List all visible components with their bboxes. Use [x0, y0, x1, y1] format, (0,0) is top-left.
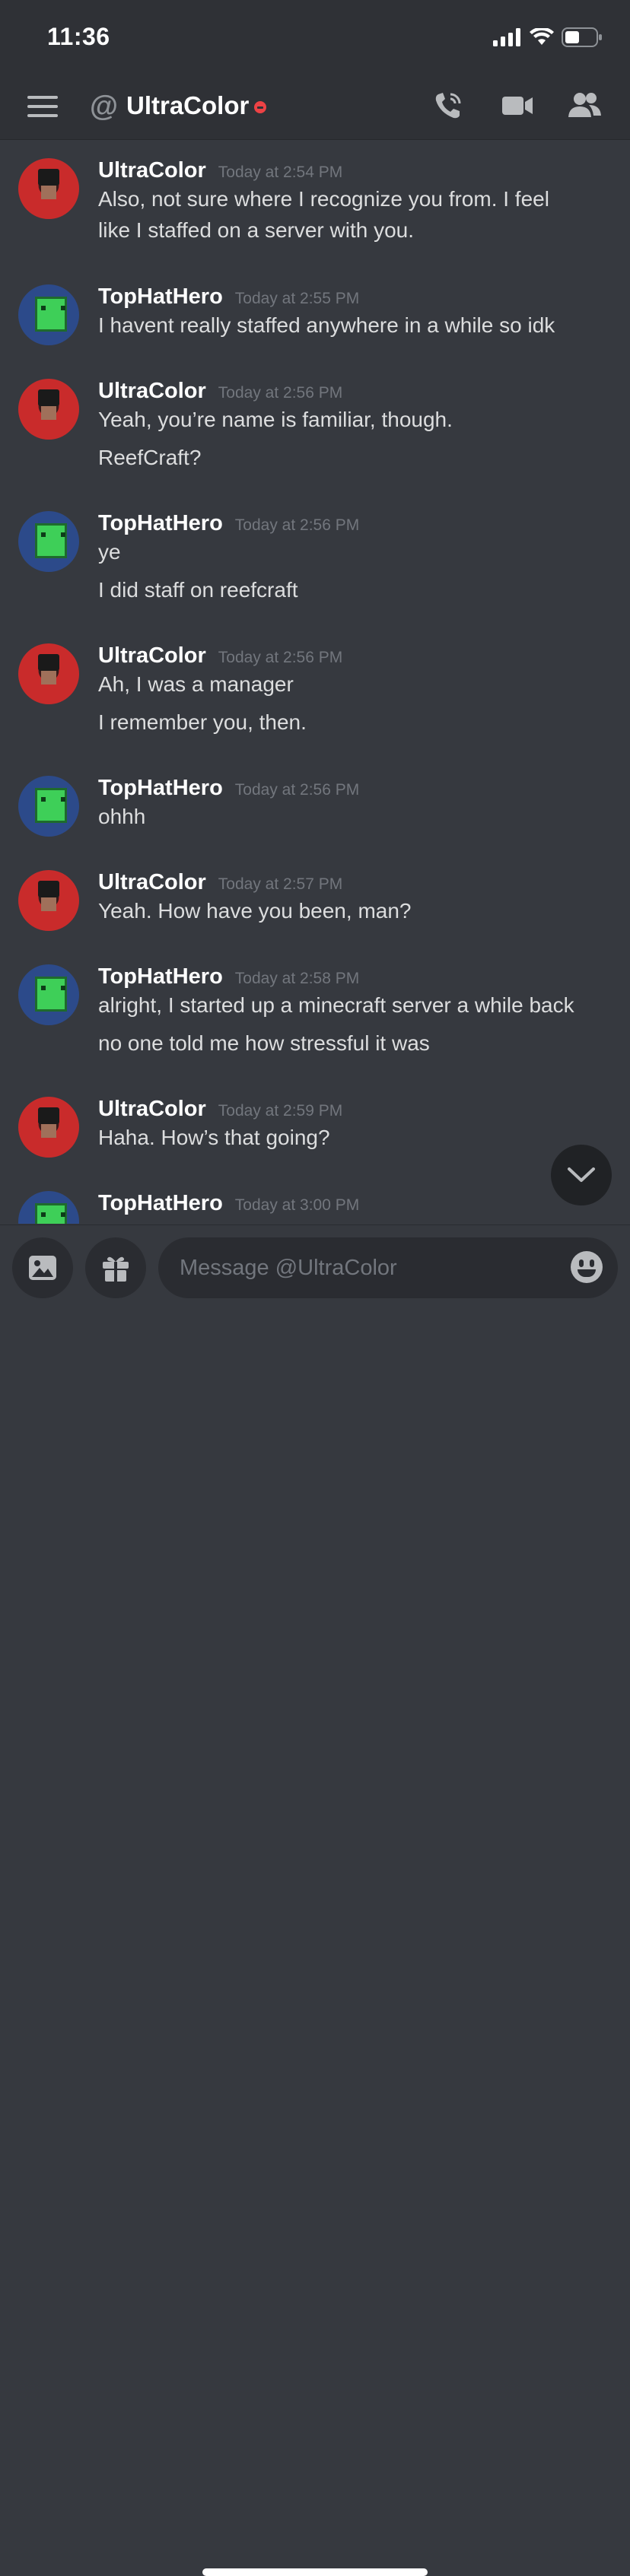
avatar[interactable]: [18, 964, 79, 1025]
timestamp: Today at 2:59 PM: [218, 1102, 343, 1120]
wifi-icon: [530, 28, 554, 45]
username[interactable]: UltraColor Today at 2:56 PM: [98, 643, 342, 669]
jump-to-bottom-button[interactable]: [551, 1145, 612, 1205]
avatar[interactable]: [18, 379, 79, 440]
timestamp: Today at 2:57 PM: [218, 875, 343, 893]
voice-call-icon[interactable]: [432, 90, 464, 122]
timestamp: Today at 2:54 PM: [218, 164, 343, 181]
chevron-down-icon: [568, 1167, 595, 1182]
timestamp: Today at 2:56 PM: [234, 781, 360, 799]
members-icon[interactable]: [566, 90, 603, 122]
message-text: Yeah. How have you been, man?: [98, 899, 412, 923]
avatar[interactable]: [18, 870, 79, 931]
timestamp: Today at 2:56 PM: [218, 649, 343, 666]
hamburger-menu-icon[interactable]: [27, 96, 58, 119]
timestamp: Today at 2:55 PM: [234, 290, 360, 307]
timestamp: Today at 2:56 PM: [234, 516, 360, 534]
composer-bar: Message @UltraColor: [0, 1224, 630, 2576]
gift-button[interactable]: [85, 1237, 146, 1298]
username[interactable]: TopHatHero Today at 2:56 PM: [98, 776, 359, 801]
status-time: 11:36: [47, 23, 110, 50]
username[interactable]: TopHatHero Today at 3:00 PM: [98, 1191, 359, 1216]
username[interactable]: TopHatHero Today at 2:56 PM: [98, 511, 359, 536]
message-input[interactable]: Message @UltraColor: [158, 1237, 618, 1298]
avatar[interactable]: [18, 158, 79, 219]
at-icon: @: [90, 91, 119, 122]
video-call-icon[interactable]: [501, 90, 534, 122]
avatar[interactable]: [18, 1191, 79, 1224]
message-text: I remember you, then.: [98, 710, 307, 734]
battery-icon: [562, 27, 602, 47]
message-text: ohhh: [98, 805, 146, 828]
signal-icon: [493, 28, 520, 46]
avatar[interactable]: [18, 284, 79, 345]
message-text: Ah, I was a manager: [98, 672, 294, 696]
message-text: no one told me how stressful it was: [98, 1031, 430, 1055]
message-text: Yeah, you’re name is familiar, though.: [98, 408, 453, 431]
username[interactable]: UltraColor Today at 2:54 PM: [98, 158, 342, 183]
avatar[interactable]: [18, 643, 79, 704]
message-text: I did staff on reefcraft: [98, 578, 298, 602]
home-indicator: [202, 2568, 428, 2576]
channel-header: @ UltraColor: [0, 73, 630, 140]
emoji-icon[interactable]: [571, 1251, 603, 1283]
message-text: like I staffed on a server with you.: [98, 218, 415, 242]
message-text: I havent really staffed anywhere in a wh…: [98, 313, 555, 337]
username[interactable]: UltraColor Today at 2:57 PM: [98, 870, 342, 895]
top-bar: 11:36 @ UltraColor: [0, 0, 630, 140]
timestamp: Today at 2:58 PM: [234, 970, 360, 987]
message-text: alright, I started up a minecraft server…: [98, 993, 574, 1017]
message-input-placeholder: Message @UltraColor: [180, 1256, 397, 1280]
username[interactable]: TopHatHero Today at 2:58 PM: [98, 964, 359, 989]
timestamp: Today at 2:56 PM: [218, 384, 343, 402]
attach-image-button[interactable]: [12, 1237, 73, 1298]
avatar[interactable]: [18, 1097, 79, 1158]
dnd-status-icon: [254, 101, 266, 113]
dm-title[interactable]: UltraColor: [126, 91, 249, 120]
message-text: Also, not sure where I recognize you fro…: [98, 187, 549, 211]
username[interactable]: UltraColor Today at 2:59 PM: [98, 1097, 342, 1122]
avatar[interactable]: [18, 511, 79, 572]
message-text: Haha. How’s that going?: [98, 1126, 330, 1149]
username[interactable]: TopHatHero Today at 2:55 PM: [98, 284, 359, 310]
timestamp: Today at 3:00 PM: [234, 1196, 360, 1214]
status-icons: [493, 27, 603, 47]
message-text: ye: [98, 540, 121, 564]
avatar[interactable]: [18, 776, 79, 837]
image-icon: [29, 1256, 56, 1280]
username[interactable]: UltraColor Today at 2:56 PM: [98, 379, 342, 404]
message-text: ReefCraft?: [98, 446, 202, 469]
status-bar: 11:36: [0, 0, 630, 73]
message-list[interactable]: UltraColor Today at 2:54 PM Also, not sur…: [0, 141, 630, 1224]
gift-icon: [103, 1256, 129, 1282]
